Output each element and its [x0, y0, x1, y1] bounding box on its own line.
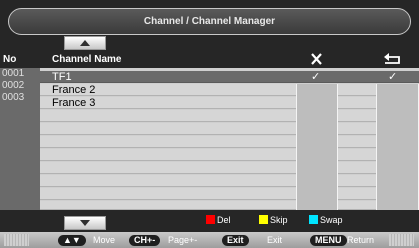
- exit-key-badge: Exit: [222, 235, 249, 246]
- yellow-key-icon: [259, 215, 268, 224]
- title-bar: Channel / Channel Manager: [8, 8, 411, 35]
- header-no: No: [3, 54, 17, 65]
- empty-row: [40, 175, 419, 187]
- red-key-icon: [206, 215, 215, 224]
- channel-row[interactable]: France 2: [40, 84, 419, 96]
- channel-name: TF1: [52, 71, 72, 83]
- empty-row: [40, 201, 419, 210]
- channel-row[interactable]: TF1: [40, 71, 419, 83]
- channel-number: 0002: [2, 80, 25, 91]
- delete-checkmark-icon: ✓: [311, 71, 321, 83]
- legend-del: Del: [206, 215, 231, 225]
- cyan-key-icon: [309, 215, 318, 224]
- legend-skip: Skip: [259, 215, 288, 225]
- number-column: 0001 0002 0003: [0, 68, 40, 210]
- header-channel-name: Channel Name: [52, 54, 122, 65]
- return-label: Return: [347, 235, 375, 245]
- chevron-down-icon: [80, 220, 90, 226]
- decorative-texture: [389, 234, 414, 246]
- list-header: No Channel Name: [0, 52, 419, 68]
- legend-swap: Swap: [309, 215, 343, 225]
- chevron-up-icon: [80, 40, 90, 46]
- channel-manager-screen: Channel / Channel Manager No Channel Nam…: [0, 0, 419, 248]
- skip-column: [376, 84, 419, 210]
- scroll-up-button[interactable]: [64, 36, 106, 50]
- empty-row: [40, 149, 419, 161]
- menu-key-badge: MENU: [310, 235, 347, 246]
- empty-row: [40, 162, 419, 174]
- skip-checkmark-icon: ✓: [388, 71, 398, 83]
- channel-name: France 3: [52, 97, 96, 109]
- delete-column: [296, 84, 338, 210]
- help-bar: ▲▼ Move CH+- Page+- Exit Exit MENU Retur…: [0, 232, 419, 248]
- page-title: Channel / Channel Manager: [143, 16, 276, 27]
- page-label: Page+-: [168, 235, 198, 245]
- footer: Del Skip Swap ▲▼ Move CH+- Page+- Exit E…: [0, 210, 419, 248]
- channel-row[interactable]: France 3: [40, 97, 419, 109]
- empty-row: [40, 188, 419, 200]
- empty-row: [40, 123, 419, 135]
- x-icon: [311, 53, 322, 65]
- exit-label: Exit: [267, 235, 283, 245]
- return-arrow-icon: [384, 53, 400, 64]
- move-label: Move: [93, 235, 116, 245]
- move-key-badge: ▲▼: [58, 235, 86, 246]
- channel-name: France 2: [52, 84, 96, 96]
- channel-number: 0001: [2, 68, 25, 79]
- empty-row: [40, 136, 419, 148]
- channel-number: 0003: [2, 92, 25, 103]
- scroll-down-button[interactable]: [64, 216, 106, 230]
- empty-row: [40, 110, 419, 122]
- channel-list: TF1 France 2 France 3 ✓ ✓: [40, 68, 419, 210]
- decorative-texture: [4, 234, 29, 246]
- ch-key-badge: CH+-: [129, 235, 161, 246]
